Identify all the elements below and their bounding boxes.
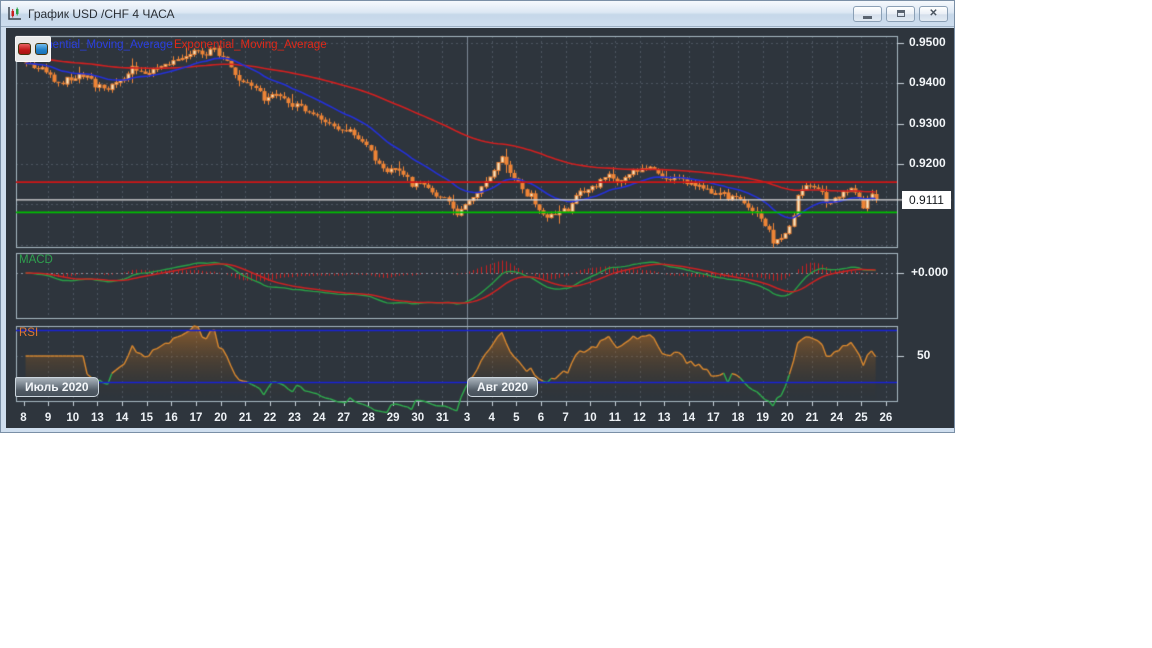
legend-ema-slow: Exponential_Moving_Average [174, 39, 327, 51]
time-axis-label: 21 [238, 412, 252, 424]
time-axis-label: 27 [337, 412, 351, 424]
time-axis-label: 10 [66, 412, 80, 424]
month-button-july[interactable]: Июль 2020 [15, 377, 99, 397]
time-axis-label: 31 [435, 412, 449, 424]
time-axis-label: 21 [805, 412, 819, 424]
time-axis-label: 9 [44, 412, 52, 424]
time-axis-label: 26 [879, 412, 893, 424]
time-axis-label: 13 [91, 412, 104, 424]
time-axis-label: 17 [189, 412, 203, 424]
chart-icon [7, 6, 23, 22]
time-axis-label: 10 [583, 412, 597, 424]
current-price-marker: 0.9111 [902, 190, 951, 209]
restore-icon [896, 10, 905, 17]
restore-button[interactable] [886, 5, 915, 22]
month-button-aug[interactable]: Авг 2020 [467, 377, 539, 397]
time-axis-label: 16 [164, 412, 178, 424]
price-axis-label: 0.9500 [909, 34, 946, 49]
time-axis-label: 30 [411, 412, 425, 424]
indicator-toggle-blue-button[interactable] [35, 43, 48, 55]
time-axis-label: 8 [20, 412, 27, 424]
indicator-toggle-red-button[interactable] [18, 43, 31, 55]
time-axis-label: 25 [854, 412, 868, 424]
time-axis-label: 13 [657, 412, 671, 424]
time-axis-label: 20 [780, 412, 794, 424]
rsi-mid-value: 50 [917, 348, 931, 362]
time-axis-label: 29 [386, 412, 400, 424]
window-titlebar[interactable]: График USD /CHF 4 ЧАСА ✕ [1, 1, 954, 27]
close-icon: ✕ [929, 7, 938, 19]
desktop: { "window": { "title": "График USD /CHF … [0, 0, 1152, 648]
time-axis-label: 24 [312, 412, 326, 424]
time-axis-label: 17 [707, 412, 720, 424]
macd-zero-value: +0.000 [911, 265, 949, 279]
time-axis-label: 5 [513, 412, 520, 424]
indicator-buttons-panel [15, 36, 51, 62]
time-axis-label: 19 [756, 412, 770, 424]
macd-panel-label: MACD [19, 254, 53, 266]
time-axis-label: 22 [263, 412, 277, 424]
time-axis-label: 15 [140, 412, 154, 424]
close-button[interactable]: ✕ [919, 5, 948, 22]
time-axis-label: 11 [608, 412, 621, 424]
minimize-button[interactable] [853, 5, 882, 22]
time-axis-label: 6 [537, 412, 545, 424]
rsi-panel-label: RSI [19, 327, 39, 339]
price-chart-canvas[interactable] [6, 28, 954, 428]
time-axis-label: 3 [463, 412, 471, 424]
time-axis-label: 24 [830, 412, 844, 424]
time-axis: 8 9 10 13 14 15 16 17 20 21 22 23 24 27 28 29 30 31 3 4 5 6 7 1… [6, 412, 954, 428]
time-axis-label: 4 [488, 412, 495, 424]
time-axis-label: 18 [731, 412, 745, 424]
price-axis-label: 0.9200 [909, 155, 946, 170]
price-axis-label: 0.9300 [909, 115, 946, 130]
minimize-icon [863, 15, 872, 19]
time-axis-label: 14 [682, 412, 696, 424]
window-controls: ✕ [853, 5, 948, 22]
price-axis-label: 0.9400 [909, 75, 946, 90]
time-axis-label: 14 [115, 412, 129, 424]
time-axis-label: 12 [633, 412, 646, 424]
time-axis-label: 23 [288, 412, 301, 424]
time-axis-label: 28 [362, 412, 375, 424]
time-axis-label: 20 [214, 412, 228, 424]
time-axis-label: 7 [562, 412, 569, 424]
chart-window: График USD /CHF 4 ЧАСА ✕ Exponential_Mov… [0, 0, 955, 433]
window-title: График USD /CHF 4 ЧАСА [28, 6, 175, 21]
chart-client-area: Exponential_Moving_Average Exponential_M… [6, 28, 954, 428]
